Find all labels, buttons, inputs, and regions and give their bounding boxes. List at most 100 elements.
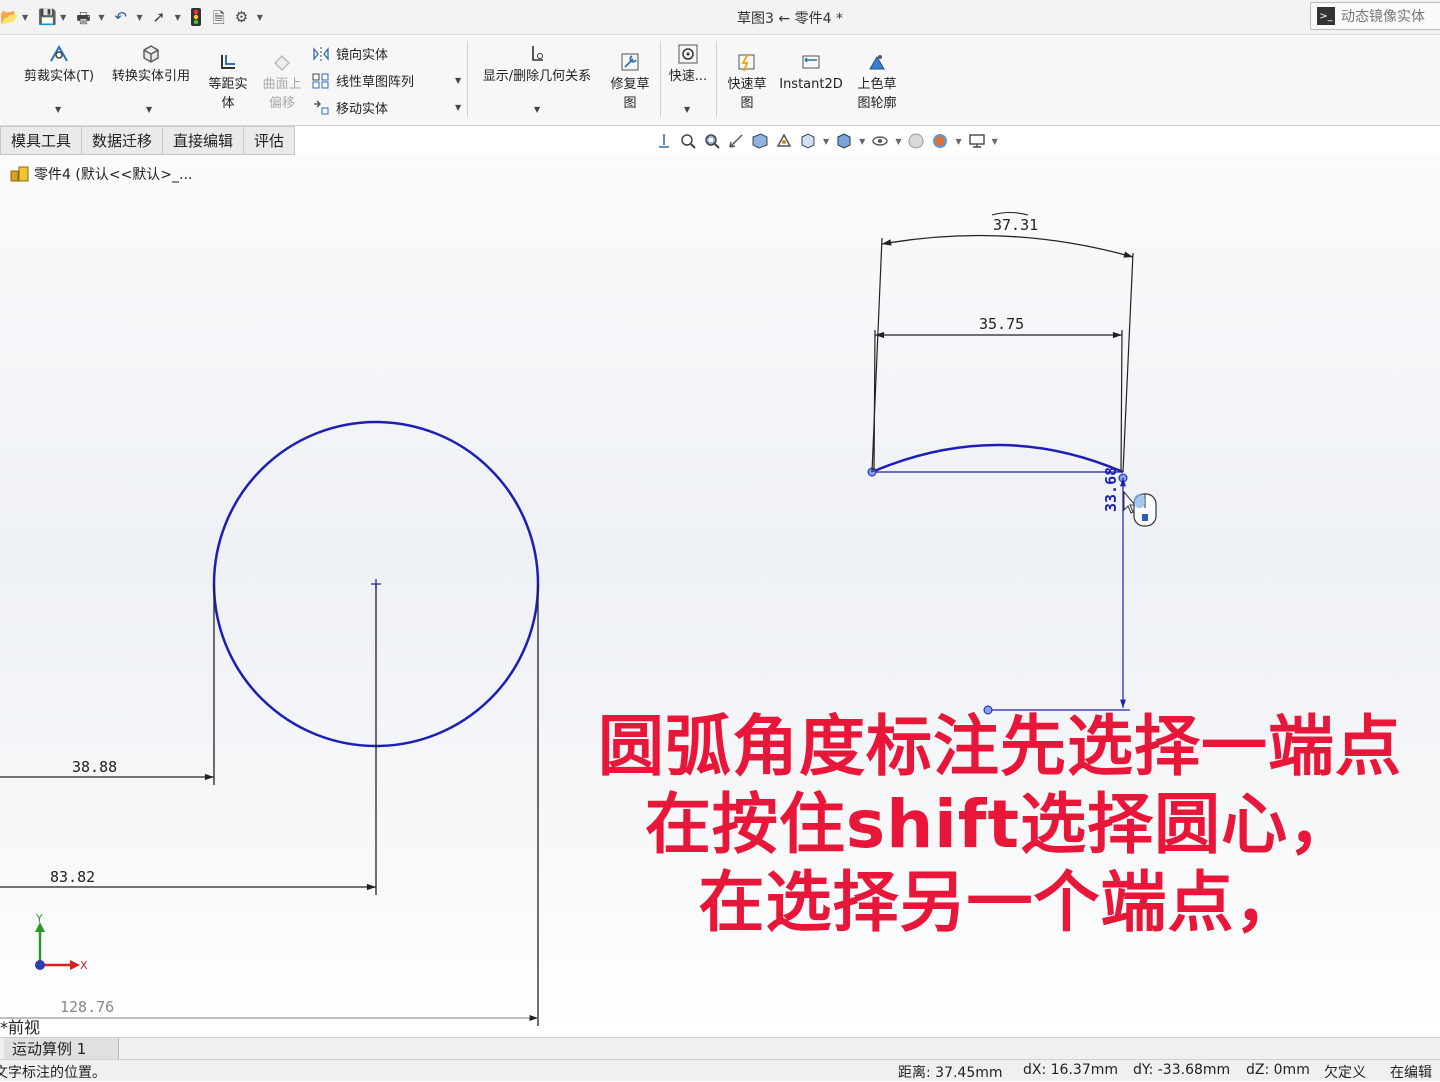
caption-line-2: 在按住shift选择圆心，	[644, 786, 1356, 863]
offset-icon	[221, 55, 235, 69]
ribbon-separator	[660, 41, 661, 117]
sketch-ribbon: 剪裁实体(T) ▼ 转换实体引用 ▼ 等距实 体 曲面上 偏移 镜向实体 线性草…	[0, 35, 1440, 126]
command-prompt-icon: >_	[1317, 7, 1335, 25]
relations-dropdown-caret[interactable]: ▼	[534, 105, 540, 114]
linear-pattern-button[interactable]: 线性草图阵列	[312, 71, 414, 90]
hide-show-items-icon[interactable]	[871, 132, 889, 150]
convert-entities-button[interactable]: 转换实体引用	[104, 43, 198, 86]
repair-wrench-icon	[621, 53, 639, 71]
quick-snaps-button[interactable]: 快速...	[664, 43, 712, 86]
trim-entities-button[interactable]: 剪裁实体(T)	[20, 43, 98, 86]
mirror-icon	[313, 46, 329, 61]
status-dy: dY: -33.68mm	[1133, 1062, 1231, 1078]
file-properties-icon[interactable]: 🗎	[213, 8, 231, 27]
previous-view-icon[interactable]	[727, 132, 745, 150]
linear-pattern-label: 线性草图阵列	[336, 75, 415, 90]
print-icon[interactable]: 🖶	[76, 8, 94, 27]
move-entities-label: 移动实体	[336, 102, 389, 117]
offset-entities-label-2: 体	[221, 96, 235, 111]
repair-sketch-button[interactable]: 修复草 图	[604, 51, 656, 113]
undo-dropdown-caret[interactable]: ▼	[136, 13, 142, 22]
document-title: 草图3 ← 零件4 *	[737, 11, 843, 27]
offset-entities-button[interactable]: 等距实 体	[202, 51, 254, 113]
surface-offset-button[interactable]: 曲面上 偏移	[256, 51, 308, 113]
caption-line-3: 在选择另一个端点，	[698, 864, 1302, 941]
rapid-sketch-button[interactable]: 快速草 图	[720, 51, 774, 113]
move-entities-dropdown-caret[interactable]: ▼	[455, 103, 461, 112]
part-name-label: 零件4 (默认<<默认>_...	[34, 167, 193, 183]
save-dropdown-caret[interactable]: ▼	[60, 13, 66, 22]
trim-icon	[50, 44, 68, 62]
surface-offset-label-1: 曲面上	[262, 77, 302, 92]
mirror-entities-label: 镜向实体	[336, 48, 389, 63]
display-delete-relations-button[interactable]: 显示/删除几何关系	[474, 43, 600, 86]
status-dx: dX: 16.37mm	[1023, 1062, 1118, 1078]
status-distance: 距离: 37.45mm	[898, 1065, 1003, 1081]
save-icon[interactable]: 💾	[38, 8, 57, 26]
view-settings-monitor-icon[interactable]	[968, 132, 986, 150]
quick-snaps-icon	[678, 44, 698, 64]
instant2d-button[interactable]: Instant2D	[776, 51, 846, 94]
caption-line-1: 圆弧角度标注先选择一端点	[598, 708, 1402, 785]
status-editing: 在编辑	[1390, 1065, 1432, 1081]
quick-access-toolbar: 📂 ▼ 💾 ▼ 🖶 ▼ ↶ ▼ ➚ ▼ 🗎 ⚙ ▼	[0, 4, 269, 30]
display-style-caret[interactable]: ▼	[859, 137, 865, 146]
command-search-box[interactable]: >_ 动态镜像实体	[1310, 2, 1440, 30]
quick-snaps-label: 快速...	[668, 69, 708, 84]
trim-dropdown-caret[interactable]: ▼	[55, 105, 61, 114]
convert-dropdown-caret[interactable]: ▼	[146, 105, 152, 114]
options-dropdown-caret[interactable]: ▼	[257, 13, 263, 22]
select-dropdown-caret[interactable]: ▼	[175, 13, 181, 22]
zoom-to-fit-icon[interactable]	[679, 132, 697, 150]
dynamic-annotation-icon[interactable]	[775, 132, 793, 150]
tutorial-caption-overlay: 圆弧角度标注先选择一端点 在按住shift选择圆心， 在选择另一个端点，	[550, 708, 1440, 942]
ribbon-separator	[716, 41, 717, 117]
open-icon[interactable]: 📂	[0, 8, 19, 26]
normal-to-icon[interactable]	[655, 132, 673, 150]
traffic-light-icon[interactable]	[190, 8, 209, 26]
heads-up-view-toolbar: ▼ ▼ ▼ ▼ ▼	[655, 128, 998, 154]
undo-icon[interactable]: ↶	[114, 8, 132, 26]
linear-pattern-dropdown-caret[interactable]: ▼	[455, 76, 461, 85]
repair-sketch-label-2: 图	[623, 96, 637, 111]
tab-data-migration[interactable]: 数据迁移	[82, 126, 164, 155]
feature-tree-root[interactable]: 零件4 (默认<<默认>_...	[10, 164, 192, 184]
apply-scene-caret[interactable]: ▼	[955, 137, 961, 146]
bottom-tab-bar: 运动算例 1	[0, 1037, 1440, 1060]
tab-motion-study-1[interactable]: 运动算例 1	[4, 1038, 119, 1059]
select-icon[interactable]: ➚	[153, 8, 171, 26]
ribbon-separator	[467, 41, 468, 117]
section-view-icon[interactable]	[751, 132, 769, 150]
display-relations-label: 显示/删除几何关系	[482, 69, 592, 84]
zoom-to-area-icon[interactable]	[703, 132, 721, 150]
options-gear-icon[interactable]: ⚙	[235, 8, 253, 26]
mirror-entities-button[interactable]: 镜向实体	[312, 44, 388, 63]
print-dropdown-caret[interactable]: ▼	[98, 13, 104, 22]
view-orientation-caret[interactable]: ▼	[823, 137, 829, 146]
relations-icon	[532, 46, 543, 61]
hide-show-caret[interactable]: ▼	[895, 137, 901, 146]
instant2d-icon	[802, 55, 820, 69]
view-settings-caret[interactable]: ▼	[992, 137, 998, 146]
rapid-sketch-label-1: 快速草	[727, 77, 767, 92]
apply-scene-icon[interactable]	[931, 132, 949, 150]
shaded-contours-label-1: 上色草	[857, 77, 897, 92]
open-dropdown-caret[interactable]: ▼	[22, 13, 28, 22]
linear-pattern-icon	[312, 73, 329, 88]
move-icon	[314, 100, 329, 114]
shaded-sketch-contours-button[interactable]: 上色草 图轮廓	[850, 51, 904, 113]
view-orientation-name: *前视	[0, 1018, 41, 1037]
command-manager-tabs: 模具工具 数据迁移 直接编辑 评估	[0, 126, 296, 155]
tab-evaluate[interactable]: 评估	[244, 126, 296, 155]
view-orientation-icon[interactable]	[799, 132, 817, 150]
surface-offset-label-2: 偏移	[268, 96, 295, 111]
tab-direct-editing[interactable]: 直接编辑	[163, 126, 245, 155]
display-style-icon[interactable]	[835, 132, 853, 150]
quick-snaps-dropdown-caret[interactable]: ▼	[684, 105, 690, 114]
move-entities-button[interactable]: 移动实体	[312, 98, 388, 117]
edit-appearance-icon[interactable]	[907, 132, 925, 150]
tab-mold-tools[interactable]: 模具工具	[0, 126, 83, 155]
surface-offset-icon	[273, 54, 291, 72]
status-definition-state: 欠定义	[1324, 1065, 1366, 1081]
convert-cube-icon	[143, 45, 159, 63]
